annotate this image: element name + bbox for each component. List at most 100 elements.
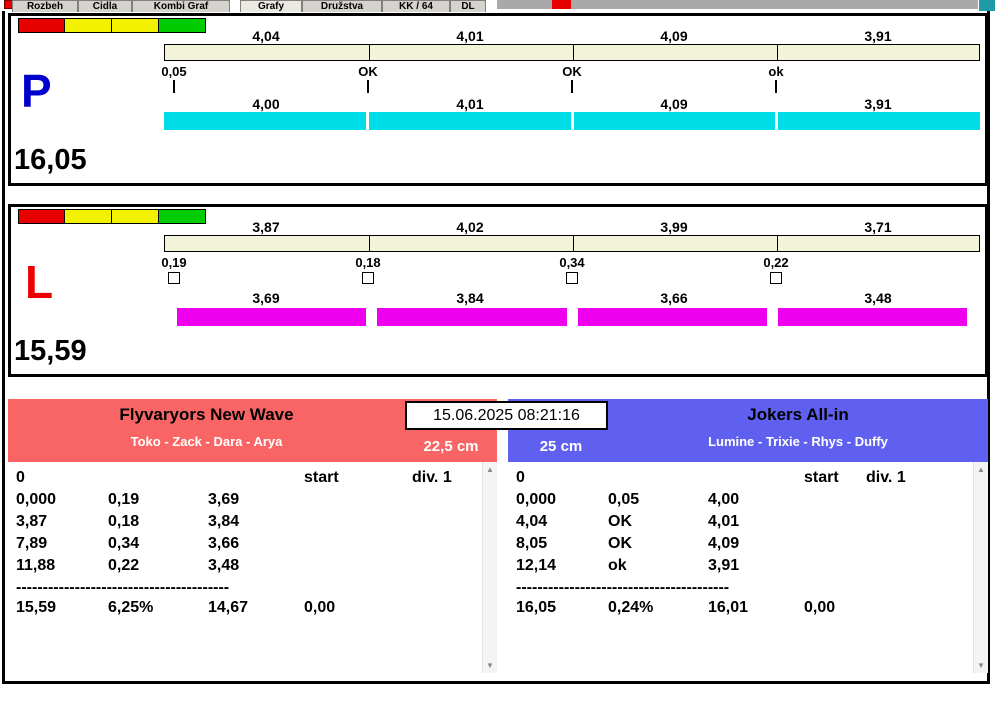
- lane-p-checkpoint-label: OK: [358, 64, 378, 79]
- results-cell: 0,18: [108, 513, 140, 530]
- results-cell: 3,48: [208, 557, 240, 574]
- lane-p-status-lights: [18, 18, 206, 33]
- checkpoint-tick-icon: [775, 80, 777, 93]
- status-light-yellow-icon: [112, 209, 159, 224]
- results-cell: div. 1: [412, 469, 452, 486]
- fault-marker-box: [566, 272, 578, 284]
- lane-l-checkpoint-label: 0,22: [763, 255, 789, 270]
- results-row: 4,04 OK 4,01: [508, 513, 988, 535]
- results-row: 0,000 0,05 4,00: [508, 491, 988, 513]
- lane-p-net-time: 3,91: [864, 96, 892, 112]
- lane-p-net-time: 4,09: [660, 96, 688, 112]
- lane-p-panel: P 4,04 4,01 4,09 3,91 0,05 OK OK ok 4,00…: [8, 13, 988, 186]
- lane-p-split-time: 3,91: [864, 28, 892, 44]
- status-light-yellow-icon: [65, 18, 112, 33]
- results-cell: 3,69: [208, 491, 240, 508]
- results-row: 8,05 OK 4,09: [508, 535, 988, 557]
- results-cell: 0,000: [16, 491, 57, 508]
- lane-p-total-time: 16,05: [14, 144, 87, 176]
- lane-p-split-time: 4,01: [456, 28, 484, 44]
- scroll-down-icon[interactable]: ▼: [483, 661, 497, 670]
- lane-l-status-lights: [18, 209, 206, 224]
- results-cell: 11,88: [16, 557, 56, 574]
- results-left-list: 0 start div. 1 0,000 0,19 3,69 3,87 0,18…: [8, 462, 497, 673]
- lane-l-split-time: 3,71: [864, 219, 892, 235]
- results-cell: OK: [608, 513, 632, 530]
- lane-p-segment-bar: [164, 44, 980, 61]
- results-row: 3,87 0,18 3,84: [8, 513, 497, 535]
- team-right-name: Jokers All-in: [747, 405, 849, 424]
- lane-l-panel: L 3,87 4,02 3,99 3,71 0,19 0,18 0,34 0,2…: [8, 204, 988, 377]
- results-cell: 16,05: [516, 599, 557, 616]
- app-window: Rozbeh Cidla Kombi Graf Grafy Družstva K…: [0, 0, 995, 716]
- team-left-name: Flyvaryors New Wave: [119, 405, 294, 424]
- lane-p-net-time: 4,00: [252, 96, 280, 112]
- horizontal-scrollbar-thumb[interactable]: [552, 0, 571, 9]
- results-cell: start: [304, 469, 339, 486]
- lane-p-net-time: 4,01: [456, 96, 484, 112]
- lane-p-progress-bar: [164, 112, 980, 130]
- status-light-yellow-icon: [65, 209, 112, 224]
- status-light-green-icon: [159, 18, 206, 33]
- lane-l-split-time: 4,02: [456, 219, 484, 235]
- results-right-list: 0 start div. 1 0,000 0,05 4,00 4,04 OK 4…: [508, 462, 988, 673]
- results-row: 11,88 0,22 3,48: [8, 557, 497, 579]
- results-cell: 16,01: [708, 599, 749, 616]
- results-cell: 3,84: [208, 513, 240, 530]
- results-cell: 15,59: [16, 599, 57, 616]
- results-cell: 4,00: [708, 491, 740, 508]
- results-separator: ----------------------------------------: [508, 579, 988, 599]
- lane-l-net-time: 3,66: [660, 290, 688, 306]
- results-cell: start: [804, 469, 839, 486]
- lane-l-checkpoint-label: 0,34: [559, 255, 585, 270]
- results-cell: 0,00: [304, 599, 336, 616]
- lane-l-total-time: 15,59: [14, 335, 87, 367]
- results-separator: ----------------------------------------: [8, 579, 497, 599]
- team-right-distance: 25 cm: [539, 438, 583, 455]
- results-cell: 4,04: [516, 513, 548, 530]
- results-row: 0,000 0,19 3,69: [8, 491, 497, 513]
- results-cell: 8,05: [516, 535, 548, 552]
- results-cell: 0,34: [108, 535, 140, 552]
- status-light-red-icon: [18, 18, 65, 33]
- results-cell: 4,01: [708, 513, 740, 530]
- fault-marker-box: [362, 272, 374, 284]
- results-cell: 12,14: [516, 557, 557, 574]
- timestamp: 15.06.2025 08:21:16: [405, 401, 608, 430]
- lane-l-checkpoint-label: 0,19: [161, 255, 187, 270]
- results-cell: div. 1: [866, 469, 906, 486]
- results-cell: OK: [608, 535, 632, 552]
- results-total-row: 15,59 6,25% 14,67 0,00: [8, 599, 497, 621]
- results-cell: 0,19: [108, 491, 140, 508]
- scroll-up-icon[interactable]: ▲: [974, 465, 988, 474]
- lane-p-split-time: 4,09: [660, 28, 688, 44]
- results-cell: 3,66: [208, 535, 240, 552]
- results-cell: 7,89: [16, 535, 48, 552]
- results-total-row: 16,05 0,24% 16,01 0,00: [508, 599, 988, 621]
- lane-p-split-time: 4,04: [252, 28, 280, 44]
- results-left-scrollbar[interactable]: ▲ ▼: [482, 462, 497, 673]
- results-row: 12,14 ok 3,91: [508, 557, 988, 579]
- results-cell: 0,22: [108, 557, 140, 574]
- lane-p-checkpoint-label: ok: [768, 64, 784, 79]
- scroll-down-icon[interactable]: ▼: [974, 661, 988, 670]
- checkpoint-tick-icon: [367, 80, 369, 93]
- results-header-row: 0 start div. 1: [508, 469, 988, 491]
- checkpoint-tick-icon: [173, 80, 175, 93]
- lane-l-split-time: 3,87: [252, 219, 280, 235]
- results-row: 7,89 0,34 3,66: [8, 535, 497, 557]
- team-left-distance: 22,5 cm: [423, 438, 479, 455]
- fault-marker-box: [168, 272, 180, 284]
- lane-p-label: P: [21, 65, 52, 117]
- results-cell: 0: [516, 469, 525, 486]
- results-cell: 0,00: [804, 599, 836, 616]
- results-cell: 3,87: [16, 513, 48, 530]
- scroll-up-icon[interactable]: ▲: [483, 465, 497, 474]
- results-cell: 0,05: [608, 491, 640, 508]
- team-right-members: Lumine - Trixie - Rhys - Duffy: [708, 434, 888, 449]
- results-right-scrollbar[interactable]: ▲ ▼: [973, 462, 988, 673]
- lane-l-segment-bar: [164, 235, 980, 252]
- team-left-members: Toko - Zack - Dara - Arya: [130, 434, 283, 449]
- lane-l-checkpoint-label: 0,18: [355, 255, 381, 270]
- lane-l-label: L: [25, 256, 54, 308]
